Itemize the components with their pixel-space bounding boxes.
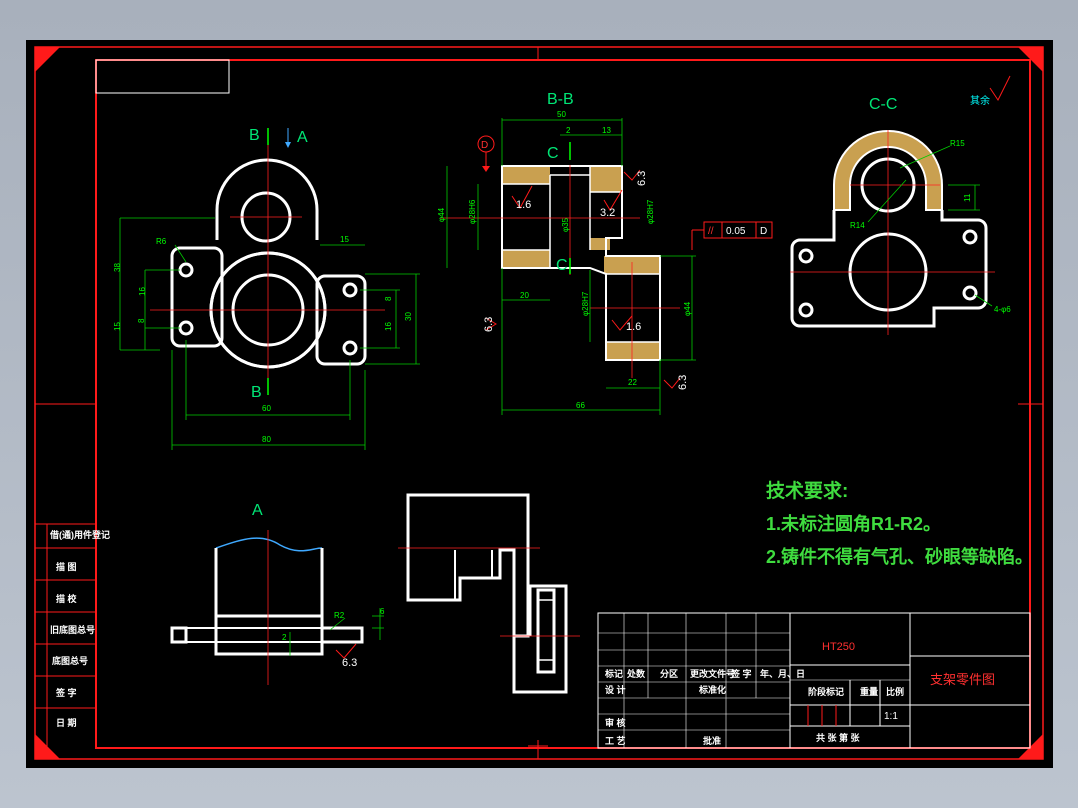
tb-approve: 批准 xyxy=(703,735,721,746)
dim-38: 38 xyxy=(113,263,122,272)
dim-2-detail: 2 xyxy=(282,633,287,642)
tb-header-zone: 分区 xyxy=(660,668,678,679)
label-section-b-top: B xyxy=(249,127,260,144)
tb-stage: 阶段标记 xyxy=(808,686,844,697)
dim-r6: R6 xyxy=(156,237,167,246)
tb-design: 设 计 xyxy=(605,684,626,695)
roughness-5: 1.6 xyxy=(626,321,641,333)
dim-11: 11 xyxy=(963,193,972,202)
roughness-4: 6.3 xyxy=(483,317,495,332)
side-row-2: 描 图 xyxy=(56,561,77,572)
dim-60: 60 xyxy=(262,404,271,413)
tolerance-symbol: // xyxy=(708,226,714,237)
dim-8b: 8 xyxy=(384,296,393,301)
dim-30: 30 xyxy=(404,312,413,321)
roughness-3: 6.3 xyxy=(636,171,648,186)
roughness-6: 6.3 xyxy=(677,375,689,390)
tech-title: 技术要求: xyxy=(766,479,848,502)
dim-15: 15 xyxy=(113,322,122,331)
tb-header-mark: 标记 xyxy=(604,668,623,679)
cad-drawing-canvas[interactable]: B A B 38 16 15 8 R6 15 8 16 30 60 80 B-B… xyxy=(0,0,1078,808)
dim-phi28h6: φ28H6 xyxy=(468,199,477,224)
tolerance-value: 0.05 xyxy=(726,226,746,237)
tech-line-1: 1.未标注圆角R1-R2。 xyxy=(766,513,941,534)
dim-6: 6 xyxy=(380,607,385,616)
tb-header-change: 更改文件号 xyxy=(690,668,735,679)
label-section-c-bottom: C xyxy=(556,257,568,274)
dim-phi28h7b: φ28H7 xyxy=(581,291,590,316)
side-row-7: 日 期 xyxy=(56,717,77,728)
tb-header-count: 处数 xyxy=(626,668,646,679)
tb-scale-label: 比例 xyxy=(886,686,904,697)
tb-material: HT250 xyxy=(822,641,855,653)
dim-phi35: φ35 xyxy=(561,217,570,232)
side-row-5: 底图总号 xyxy=(52,655,88,666)
tb-header-date: 年、月、日 xyxy=(760,668,805,679)
label-view-a: A xyxy=(252,502,263,519)
label-view-a-arrow: A xyxy=(297,129,308,146)
side-row-1: 借(通)用件登记 xyxy=(49,529,110,540)
dim-2: 2 xyxy=(566,126,571,135)
tb-header-sign: 签 字 xyxy=(730,668,752,679)
dim-r15: R15 xyxy=(950,139,965,148)
dim-50: 50 xyxy=(557,110,566,119)
dim-phi44a: φ44 xyxy=(437,207,446,222)
dim-r2: R2 xyxy=(334,611,345,620)
label-section-c-top: C xyxy=(547,145,559,162)
tb-process: 工 艺 xyxy=(605,735,626,746)
dim-r14: R14 xyxy=(850,221,865,230)
dim-13: 13 xyxy=(602,126,611,135)
dim-16b: 16 xyxy=(384,322,393,331)
dim-66: 66 xyxy=(576,401,585,410)
side-row-4: 旧底图总号 xyxy=(50,624,95,635)
dim-4-phi6: 4-φ6 xyxy=(994,305,1011,314)
roughness-7: 6.3 xyxy=(342,657,357,669)
dim-8a: 8 xyxy=(137,318,146,323)
roughness-1: 1.6 xyxy=(516,199,531,211)
label-section-cc: C-C xyxy=(869,96,897,113)
side-row-3: 描 校 xyxy=(56,593,78,604)
tb-standard: 标准化 xyxy=(698,684,726,695)
tb-weight: 重量 xyxy=(860,686,878,697)
side-row-6: 签 字 xyxy=(55,687,77,698)
tb-review: 审 核 xyxy=(605,717,626,728)
tb-sheets: 共 张 第 张 xyxy=(816,732,861,743)
label-section-bb: B-B xyxy=(547,91,574,108)
roughness-2: 3.2 xyxy=(600,207,615,219)
roughness-remaining: 其余 xyxy=(970,94,990,107)
dim-22: 22 xyxy=(628,378,637,387)
dim-phi28h7a: φ28H7 xyxy=(646,199,655,224)
dim-15b: 15 xyxy=(340,235,349,244)
dim-16a: 16 xyxy=(138,287,147,296)
datum-d: D xyxy=(481,140,488,151)
dim-80: 80 xyxy=(262,435,271,444)
tech-line-2: 2.铸件不得有气孔、砂眼等缺陷。 xyxy=(766,546,1033,567)
dim-phi44b: φ44 xyxy=(683,301,692,316)
label-section-b-bottom: B xyxy=(251,384,262,401)
tb-scale: 1:1 xyxy=(884,711,898,722)
tb-part-name: 支架零件图 xyxy=(930,672,995,687)
tolerance-datum: D xyxy=(760,226,767,237)
dim-20: 20 xyxy=(520,291,529,300)
